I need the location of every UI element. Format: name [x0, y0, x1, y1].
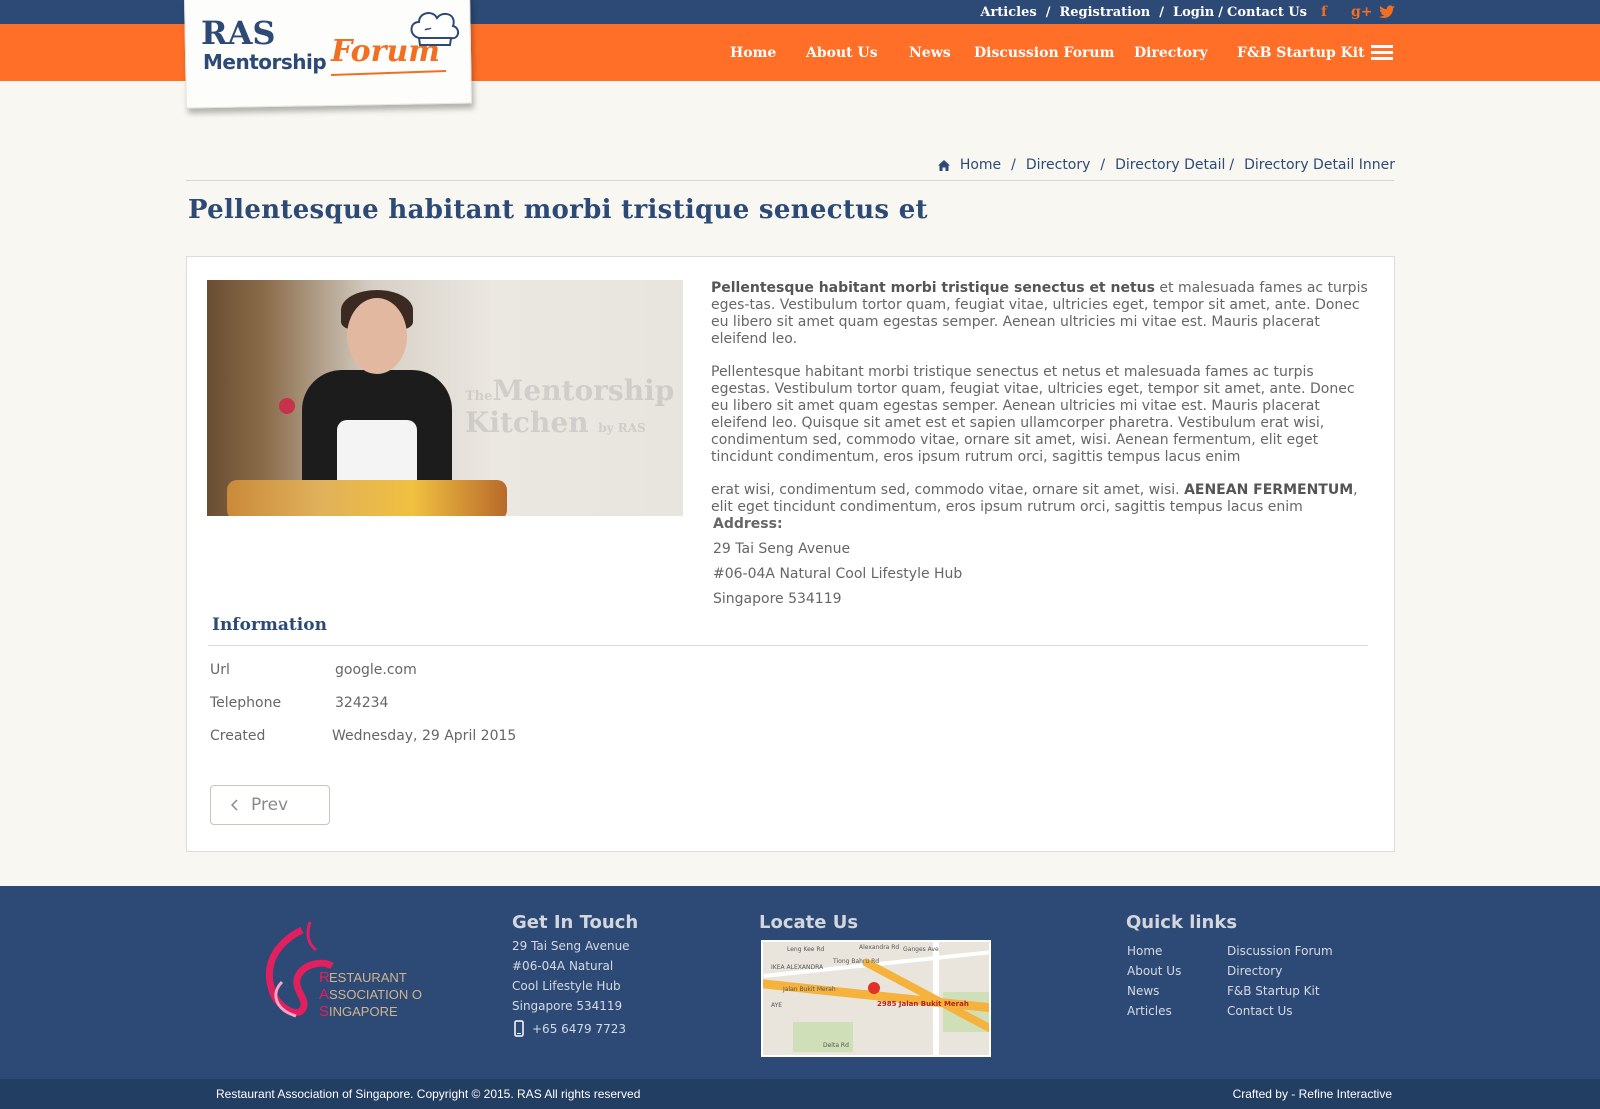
- menu-icon[interactable]: [1371, 45, 1393, 61]
- facebook-icon[interactable]: f: [1321, 4, 1327, 20]
- address-line: #06-04A Natural Cool Lifestyle Hub: [713, 566, 963, 582]
- info-label-url: Url: [210, 662, 230, 678]
- separator: /: [1159, 5, 1164, 20]
- top-link-contact-us[interactable]: Contact Us: [1227, 5, 1307, 20]
- description-paragraph: Pellentesque habitant morbi tristique se…: [711, 364, 1355, 465]
- breadcrumb: Home / Directory / Directory Detail / Di…: [937, 157, 1395, 173]
- info-label-telephone: Telephone: [210, 695, 282, 711]
- locate-us-title: Locate Us: [759, 912, 859, 933]
- footer-link-discussion-forum[interactable]: Discussion Forum: [1227, 941, 1333, 961]
- info-value-telephone: 324234: [335, 695, 389, 711]
- map-street-label: Tiong Bahru Rd: [833, 958, 880, 965]
- logo-text-mentorship: Mentorship: [203, 50, 327, 74]
- photo-watermark: TheMentorship Kitchen by RAS: [465, 374, 675, 439]
- footer-address: 29 Tai Seng Avenue #06-04A Natural Cool …: [512, 936, 630, 1016]
- information-title: Information: [212, 615, 327, 635]
- nav-news[interactable]: News: [909, 45, 951, 61]
- separator: /: [1045, 5, 1051, 20]
- ras-org-logo: R ESTAURANT A SSOCIATION OF S INGAPORE: [265, 921, 422, 1020]
- footer-link-news[interactable]: News: [1127, 981, 1181, 1001]
- logo-text-ras: RAS: [201, 14, 276, 52]
- description-paragraph: Pellentesque habitant morbi tristique se…: [711, 280, 1368, 347]
- map-street-label: AYE: [771, 1002, 783, 1009]
- footer-link-fb-startup-kit[interactable]: F&B Startup Kit: [1227, 981, 1333, 1001]
- ras-logo-line1: ESTAURANT: [329, 970, 407, 985]
- description-paragraph: erat wisi, condimentum sed, commodo vita…: [711, 482, 1358, 515]
- footer-address-line: #06-04A Natural: [512, 959, 614, 973]
- breadcrumb-directory[interactable]: Directory: [1026, 157, 1091, 173]
- top-link-registration[interactable]: Registration: [1059, 5, 1150, 20]
- copyright-text: Restaurant Association of Singapore. Cop…: [216, 1087, 641, 1101]
- top-link-login[interactable]: Login: [1173, 5, 1214, 20]
- nav-discussion-forum[interactable]: Discussion Forum: [974, 45, 1114, 61]
- address-line: 29 Tai Seng Avenue: [713, 541, 851, 557]
- breadcrumb-directory-detail[interactable]: Directory Detail: [1115, 157, 1225, 173]
- separator: /: [1229, 157, 1235, 173]
- page-title: Pellentesque habitant morbi tristique se…: [188, 195, 928, 225]
- google-plus-icon[interactable]: g+: [1351, 4, 1373, 20]
- prev-button[interactable]: Prev: [210, 785, 330, 825]
- separator: /: [1218, 5, 1223, 20]
- footer-link-home[interactable]: Home: [1127, 941, 1181, 961]
- footer-phone[interactable]: +65 6479 7723: [532, 1019, 626, 1039]
- home-icon: [937, 159, 950, 171]
- top-link-articles[interactable]: Articles: [980, 5, 1036, 20]
- footer-link-about-us[interactable]: About Us: [1127, 961, 1181, 981]
- separator: /: [1100, 157, 1106, 173]
- chef-hat-icon: [410, 12, 459, 46]
- address-block: Address: 29 Tai Seng Avenue #06-04A Natu…: [713, 512, 962, 612]
- footer-link-directory[interactable]: Directory: [1227, 961, 1333, 981]
- map-street-label: IKEA ALEXANDRA: [771, 964, 824, 971]
- map-street-label: Delta Rd: [823, 1042, 849, 1049]
- breadcrumb-current: Directory Detail Inner: [1244, 157, 1395, 173]
- map-street-label: Jalan Bukit Merah: [783, 986, 836, 993]
- quick-links-title: Quick links: [1126, 912, 1238, 933]
- information-divider: [208, 645, 1368, 646]
- address-label: Address:: [713, 516, 783, 532]
- quick-links-col2: Discussion Forum Directory F&B Startup K…: [1227, 941, 1333, 1021]
- footer-address-line: Singapore 534119: [512, 999, 623, 1013]
- quick-links-col1: Home About Us News Articles: [1127, 941, 1181, 1021]
- info-value-created: Wednesday, 29 April 2015: [332, 728, 517, 744]
- map-street-label: Alexandra Rd: [859, 944, 900, 951]
- crafted-by-link[interactable]: Crafted by - Refine Interactive: [1233, 1087, 1392, 1101]
- map-pin-label: 2985 Jalan Bukit Merah: [877, 1000, 969, 1008]
- footer-link-contact-us[interactable]: Contact Us: [1227, 1001, 1333, 1021]
- breadcrumb-home[interactable]: Home: [960, 157, 1001, 173]
- nav-home[interactable]: Home: [730, 45, 776, 61]
- breadcrumb-divider: [186, 180, 1394, 181]
- top-links: Articles / Registration / Login / Contac…: [980, 5, 1307, 20]
- directory-photo: TheMentorship Kitchen by RAS: [207, 280, 683, 516]
- map-street-label: Ganges Ave: [903, 946, 939, 953]
- ras-logo-a: A: [319, 986, 329, 1003]
- ras-logo-s: S: [319, 1003, 329, 1020]
- info-label-created: Created: [210, 728, 266, 744]
- description: Pellentesque habitant morbi tristique se…: [711, 280, 1375, 532]
- footer-link-articles[interactable]: Articles: [1127, 1001, 1181, 1021]
- nav-directory[interactable]: Directory: [1134, 45, 1208, 61]
- address-line: Singapore 534119: [713, 591, 842, 607]
- ras-logo-line2: SSOCIATION OF: [329, 987, 422, 1002]
- get-in-touch-title: Get In Touch: [512, 912, 639, 933]
- footer-address-line: Cool Lifestyle Hub: [512, 979, 621, 993]
- separator: /: [1011, 157, 1016, 173]
- nav-about-us[interactable]: About Us: [806, 45, 878, 61]
- info-value-url[interactable]: google.com: [335, 662, 417, 678]
- twitter-icon[interactable]: [1379, 5, 1395, 19]
- phone-icon: [514, 1020, 524, 1037]
- nav-fb-startup-kit[interactable]: F&B Startup Kit: [1237, 45, 1365, 61]
- chevron-left-icon: [231, 799, 238, 811]
- prev-button-label: Prev: [251, 795, 289, 815]
- footer-address-line: 29 Tai Seng Avenue: [512, 939, 630, 953]
- map-street-label: Leng Kee Rd: [787, 946, 825, 953]
- ras-logo-line3: INGAPORE: [329, 1004, 398, 1019]
- location-map[interactable]: IKEA ALEXANDRA Alexandra Rd Jalan Bukit …: [761, 940, 991, 1057]
- map-pin-icon: [868, 982, 880, 994]
